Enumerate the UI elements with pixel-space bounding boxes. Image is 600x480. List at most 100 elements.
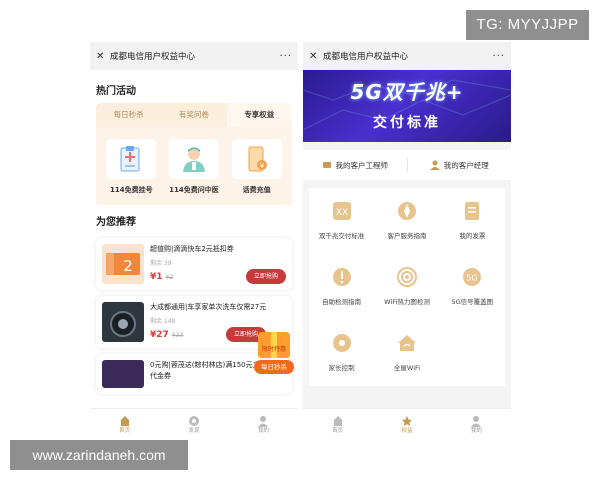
product-thumbnail: 2 <box>102 244 144 284</box>
nav-discover[interactable]: 发现 <box>159 409 228 438</box>
tab-exclusive-benefits[interactable]: 专享权益 <box>226 103 292 127</box>
price-value: ¥1 <box>150 272 163 282</box>
user-icon <box>470 412 482 427</box>
service-self-check[interactable]: 自助检测指南 <box>309 254 374 320</box>
close-icon[interactable]: ✕ <box>309 51 323 62</box>
product-stock: 剩余 39 <box>150 260 172 267</box>
float-badge-top-text: 限时特惠 <box>262 345 286 353</box>
float-badge-label: 每日秒杀 <box>254 360 294 374</box>
tab-survey[interactable]: 有奖问卷 <box>161 103 226 127</box>
compass-icon <box>396 200 418 222</box>
bottom-nav: 首页 权益 我的 <box>303 408 511 438</box>
telegram-watermark: TG: MYYJJPP <box>466 10 589 40</box>
product-name: 超值购|滴滴快车2元抵扣券 <box>150 245 234 253</box>
product-thumbnail <box>102 360 144 388</box>
service-label: 我的发票 <box>459 232 486 240</box>
nav-label: 首页 <box>332 428 344 434</box>
site-watermark: www.zarindaneh.com <box>10 440 188 470</box>
flash-sale-float-badge[interactable]: 限时特惠 每日秒杀 <box>254 332 294 376</box>
promo-free-register[interactable]: 114免费挂号 <box>103 139 159 197</box>
home-wifi-icon <box>396 332 418 354</box>
benefits-icon <box>401 412 413 426</box>
parental-control-icon <box>331 332 353 354</box>
promo-label: 话费充值 <box>242 186 271 194</box>
nav-benefits[interactable]: 权益 <box>372 409 441 438</box>
invoice-icon <box>461 200 483 222</box>
5g-coverage-icon: 5G <box>461 266 483 288</box>
more-menu-button[interactable]: ··· <box>279 51 292 62</box>
home-icon <box>332 412 344 426</box>
service-label: 5G信号覆盖图 <box>451 298 494 306</box>
gift-box-icon: 限时特惠 <box>258 332 290 358</box>
recommend-heading: 为您推荐 <box>96 217 136 228</box>
promo-phone-recharge[interactable]: ¥ 话费充值 <box>229 139 285 197</box>
svg-text:XX: XX <box>335 208 347 218</box>
user-icon <box>257 412 269 427</box>
service-wifi-heatmap[interactable]: WiFi热力图检测 <box>374 254 439 320</box>
service-grid: XX 双千兆交付标准 客户服务指南 我的发票 自助检测指南 WiFi热力图检测 … <box>309 188 505 386</box>
engineer-icon <box>322 160 332 170</box>
title-bar: ✕ 成都电信用户权益中心 ··· <box>90 42 298 70</box>
original-price: ¥33 <box>171 332 184 339</box>
activity-tabs: 每日秒杀 有奖问卷 专享权益 <box>96 103 292 127</box>
product-thumbnail <box>102 302 144 342</box>
product-stock: 剩余 148 <box>150 318 176 325</box>
hot-activities-heading: 热门活动 <box>96 86 136 97</box>
service-label: WiFi热力图检测 <box>384 298 430 306</box>
gigabit-banner[interactable]: 5G双千兆+ 交付标准 <box>303 70 511 142</box>
buy-now-button[interactable]: 立即抢购 <box>246 269 286 284</box>
my-manager-label: 我的客户经理 <box>443 160 489 170</box>
manager-icon <box>429 160 440 170</box>
service-5g-coverage[interactable]: 5G 5G信号覆盖图 <box>440 254 505 320</box>
banner-headline: 5G双千兆+ <box>350 80 464 104</box>
svg-text:5G: 5G <box>467 274 478 283</box>
discover-icon <box>188 412 200 426</box>
promo-row: 114免费挂号 114免费问中医 ¥ 话费充值 <box>96 127 292 205</box>
more-menu-button[interactable]: ··· <box>492 51 505 62</box>
self-check-icon <box>331 266 353 288</box>
price-value: ¥27 <box>150 330 169 340</box>
page-title: 成都电信用户权益中心 <box>110 52 196 62</box>
service-parental-control[interactable]: 家长控制 <box>309 320 374 386</box>
svg-text:¥: ¥ <box>259 162 264 170</box>
close-icon[interactable]: ✕ <box>96 51 110 62</box>
nav-home[interactable]: 首页 <box>90 409 159 438</box>
service-label: 双千兆交付标准 <box>318 232 365 240</box>
svg-text:2: 2 <box>123 257 133 275</box>
bottom-nav: 首页 发现 我的 <box>90 408 298 438</box>
my-manager-button[interactable]: 我的客户经理 <box>408 160 512 171</box>
service-label: 家长控制 <box>328 364 355 372</box>
nav-mine[interactable]: 我的 <box>229 409 298 438</box>
service-label: 全屋WiFi <box>393 364 421 372</box>
home-icon <box>119 412 131 426</box>
service-label: 客户服务指南 <box>387 232 427 240</box>
product-card[interactable]: 2 超值购|滴滴快车2元抵扣券 剩余 39 ¥1 ¥2 立即抢购 <box>96 238 292 290</box>
page-title: 成都电信用户权益中心 <box>323 52 409 62</box>
service-label: 自助检测指南 <box>322 298 362 306</box>
tab-daily-flash-sale[interactable]: 每日秒杀 <box>96 103 161 127</box>
account-manager-row: 我的客户工程师 我的客户经理 <box>303 150 511 180</box>
service-double-gigabit[interactable]: XX 双千兆交付标准 <box>309 188 374 254</box>
my-engineer-label: 我的客户工程师 <box>335 160 389 170</box>
nav-label: 权益 <box>401 428 413 434</box>
double-gigabit-icon: XX <box>331 200 353 222</box>
nav-mine[interactable]: 我的 <box>442 409 511 438</box>
product-name: 大成都通用|车享家单次洗车仅需27元 <box>150 303 267 311</box>
right-phone-screen: ✕ 成都电信用户权益中心 ··· 5G双千兆+ 交付标准 我的客户工程师 我的客… <box>303 42 511 438</box>
nav-label: 发现 <box>188 428 200 434</box>
service-guide[interactable]: 客户服务指南 <box>374 188 439 254</box>
nav-label: 我的 <box>257 428 269 434</box>
title-bar: ✕ 成都电信用户权益中心 ··· <box>303 42 511 70</box>
doctor-icon <box>168 139 219 179</box>
service-invoice[interactable]: 我的发票 <box>440 188 505 254</box>
promo-label: 114免费问中医 <box>169 186 219 194</box>
nav-label: 首页 <box>119 428 131 434</box>
my-engineer-button[interactable]: 我的客户工程师 <box>303 160 407 171</box>
promo-free-tcm[interactable]: 114免费问中医 <box>166 139 222 197</box>
hospital-register-icon <box>106 139 157 179</box>
nav-home[interactable]: 首页 <box>303 409 372 438</box>
nav-label: 我的 <box>470 428 482 434</box>
banner-subtitle: 交付标准 <box>373 115 441 131</box>
service-home-wifi[interactable]: 全屋WiFi <box>374 320 439 386</box>
wifi-heatmap-icon <box>396 266 418 288</box>
